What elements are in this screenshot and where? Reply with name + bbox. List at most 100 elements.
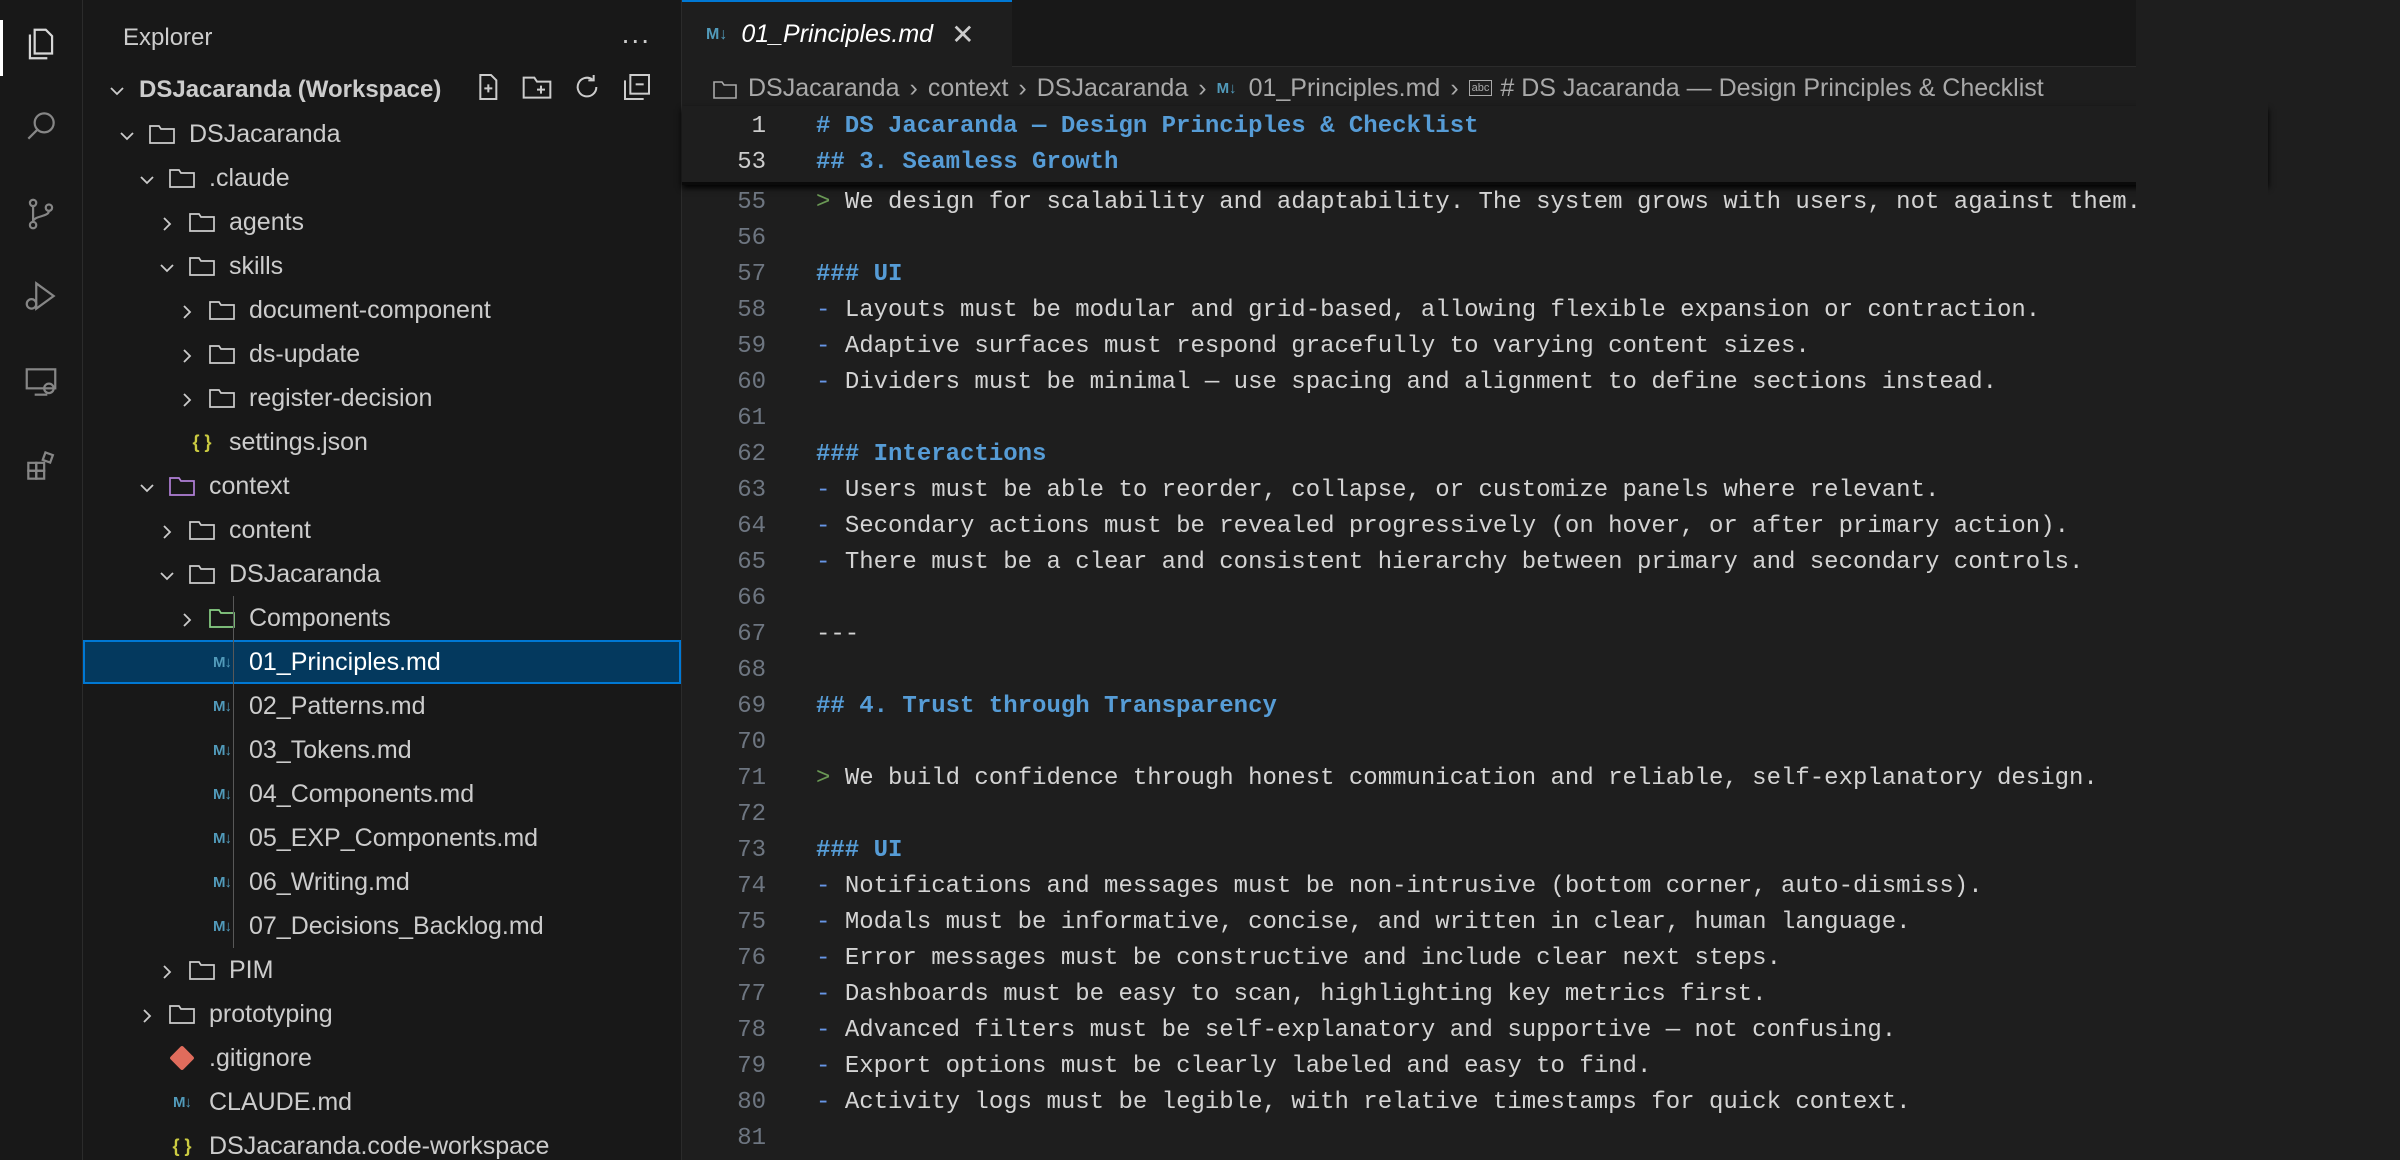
- collapse-all-icon[interactable]: [621, 71, 653, 110]
- folder-icon: [187, 561, 217, 587]
- file-item[interactable]: { } settings.json: [83, 420, 681, 464]
- code-line[interactable]: 63 - Users must be able to reorder, colla…: [682, 472, 2268, 508]
- chevron-right-icon[interactable]: [177, 300, 197, 320]
- code-line[interactable]: 78 - Advanced filters must be self-explan…: [682, 1012, 2268, 1048]
- code-line[interactable]: 62 ### Interactions: [682, 436, 2268, 472]
- file-item[interactable]: M↓ 03_Tokens.md: [83, 728, 681, 772]
- line-text: - There must be a clear and consistent h…: [816, 549, 2083, 576]
- file-item[interactable]: M↓ 04_Components.md: [83, 772, 681, 816]
- code-line[interactable]: 55 > We design for scalability and adapta…: [682, 184, 2268, 220]
- code-line[interactable]: 81: [682, 1120, 2268, 1156]
- chevron-right-icon[interactable]: [157, 520, 177, 540]
- code-line[interactable]: 69 ## 4. Trust through Transparency: [682, 688, 2268, 724]
- folder-item[interactable]: context: [83, 464, 681, 508]
- folder-item[interactable]: PIM: [83, 948, 681, 992]
- chevron-right-icon[interactable]: [157, 960, 177, 980]
- code-line[interactable]: 73 ### UI: [682, 832, 2268, 868]
- code-line[interactable]: 57 ### UI: [682, 256, 2268, 292]
- chevron-down-icon[interactable]: [137, 168, 157, 188]
- folder-item[interactable]: document-component: [83, 288, 681, 332]
- folder-item[interactable]: register-decision: [83, 376, 681, 420]
- file-item[interactable]: { } DSJacaranda.code-workspace: [83, 1124, 681, 1160]
- tree-item-label: content: [229, 515, 312, 544]
- code-line[interactable]: 71 > We build confidence through honest c…: [682, 760, 2268, 796]
- sticky-scroll[interactable]: 1 # DS Jacaranda — Design Principles & Ch…: [682, 106, 2268, 185]
- breadcrumb-item[interactable]: DSJacaranda: [1037, 74, 1188, 103]
- line-text: - Error messages must be constructive an…: [816, 945, 1781, 972]
- chevron-right-icon[interactable]: [157, 212, 177, 232]
- code-line[interactable]: 60 - Dividers must be minimal — use spaci…: [682, 364, 2268, 400]
- code-line[interactable]: 77 - Dashboards must be easy to scan, hig…: [682, 976, 2268, 1012]
- code-token: Dashboards must be easy to scan, highlig…: [844, 980, 1767, 1008]
- code-line[interactable]: 1 # DS Jacaranda — Design Principles & Ch…: [682, 108, 2268, 144]
- chevron-down-icon[interactable]: [137, 476, 157, 496]
- code-line[interactable]: 68: [682, 652, 2268, 688]
- file-item[interactable]: M↓ 01_Principles.md: [83, 640, 681, 684]
- source-control-icon[interactable]: [21, 194, 61, 234]
- code-line[interactable]: 80 - Activity logs must be legible, with …: [682, 1084, 2268, 1120]
- file-item[interactable]: M↓ 06_Writing.md: [83, 860, 681, 904]
- code-line[interactable]: 58 - Layouts must be modular and grid-bas…: [682, 292, 2268, 328]
- chevron-down-icon[interactable]: [157, 564, 177, 584]
- code-line[interactable]: 67 ---: [682, 616, 2268, 652]
- code-line[interactable]: 70: [682, 724, 2268, 760]
- extensions-icon[interactable]: [21, 446, 61, 486]
- run-debug-icon[interactable]: [21, 276, 61, 316]
- code-line[interactable]: 64 - Secondary actions must be revealed p…: [682, 508, 2268, 544]
- code-line[interactable]: 56: [682, 220, 2268, 256]
- code-token: There must be a clear and consistent hie…: [844, 548, 2084, 576]
- breadcrumb-item[interactable]: context: [928, 74, 1009, 103]
- line-number: 76: [737, 944, 766, 972]
- folder-item[interactable]: skills: [83, 244, 681, 288]
- file-item[interactable]: M↓ 02_Patterns.md: [83, 684, 681, 728]
- breadcrumb-item[interactable]: # DS Jacaranda — Design Principles & Che…: [1500, 74, 2043, 103]
- code-line[interactable]: 79 - Export options must be clearly label…: [682, 1048, 2268, 1084]
- folder-item[interactable]: DSJacaranda: [83, 552, 681, 596]
- file-item[interactable]: M↓ CLAUDE.md: [83, 1080, 681, 1124]
- code-line[interactable]: 74 - Notifications and messages must be n…: [682, 868, 2268, 904]
- chevron-down-icon[interactable]: [157, 256, 177, 276]
- workspace-root[interactable]: DSJacaranda (Workspace): [83, 68, 681, 112]
- chevron-right-icon: ›: [909, 73, 918, 102]
- refresh-icon[interactable]: [571, 71, 603, 110]
- file-item[interactable]: M↓ 05_EXP_Components.md: [83, 816, 681, 860]
- chevron-down-icon[interactable]: [107, 80, 127, 100]
- explorer-icon[interactable]: [21, 24, 61, 64]
- more-actions-icon[interactable]: ...: [622, 18, 651, 50]
- code-line[interactable]: 65 - There must be a clear and consistent…: [682, 544, 2268, 580]
- code-token: We design for scalability and adaptabili…: [844, 188, 2142, 216]
- folder-item[interactable]: content: [83, 508, 681, 552]
- code-line[interactable]: 66: [682, 580, 2268, 616]
- code-line[interactable]: 72: [682, 796, 2268, 832]
- folder-item[interactable]: Components: [83, 596, 681, 640]
- close-icon[interactable]: ✕: [951, 18, 974, 51]
- folder-item[interactable]: prototyping: [83, 992, 681, 1036]
- tab-01-principles[interactable]: M↓ 01_Principles.md ✕: [682, 0, 1012, 67]
- code-token: Export options must be clearly labeled a…: [844, 1052, 1652, 1080]
- file-item[interactable]: M↓ 07_Decisions_Backlog.md: [83, 904, 681, 948]
- line-number: 74: [737, 872, 766, 900]
- search-icon[interactable]: [21, 106, 61, 146]
- chevron-right-icon[interactable]: [177, 388, 197, 408]
- line-text: - Modals must be informative, concise, a…: [816, 909, 1911, 936]
- chevron-right-icon[interactable]: [177, 608, 197, 628]
- folder-item[interactable]: ds-update: [83, 332, 681, 376]
- code-line[interactable]: 76 - Error messages must be constructive …: [682, 940, 2268, 976]
- chevron-right-icon[interactable]: [137, 1004, 157, 1024]
- code-line[interactable]: 59 - Adaptive surfaces must respond grace…: [682, 328, 2268, 364]
- code-line[interactable]: 61: [682, 400, 2268, 436]
- remote-explorer-icon[interactable]: [21, 362, 61, 402]
- breadcrumb-item[interactable]: DSJacaranda: [748, 74, 899, 103]
- sidebar-title: Explorer: [123, 24, 213, 51]
- new-file-icon[interactable]: [471, 71, 503, 110]
- chevron-right-icon[interactable]: [177, 344, 197, 364]
- folder-item[interactable]: .claude: [83, 156, 681, 200]
- code-line[interactable]: 75 - Modals must be informative, concise,…: [682, 904, 2268, 940]
- folder-item[interactable]: agents: [83, 200, 681, 244]
- file-item[interactable]: .gitignore: [83, 1036, 681, 1080]
- breadcrumb-item[interactable]: 01_Principles.md: [1249, 74, 1441, 103]
- code-line[interactable]: 53 ## 3. Seamless Growth: [682, 144, 2268, 180]
- folder-item[interactable]: DSJacaranda: [83, 112, 681, 156]
- new-folder-icon[interactable]: [521, 71, 553, 110]
- chevron-down-icon[interactable]: [117, 124, 137, 144]
